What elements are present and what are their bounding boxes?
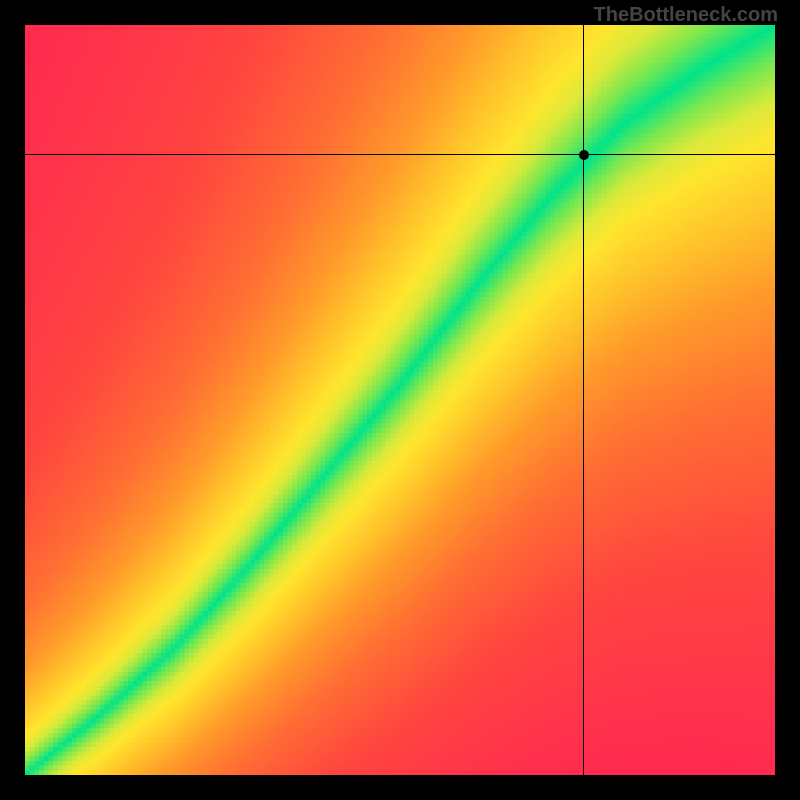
heatmap-plot xyxy=(25,25,775,775)
heatmap-canvas xyxy=(25,25,775,775)
watermark-text: TheBottleneck.com xyxy=(594,4,778,27)
